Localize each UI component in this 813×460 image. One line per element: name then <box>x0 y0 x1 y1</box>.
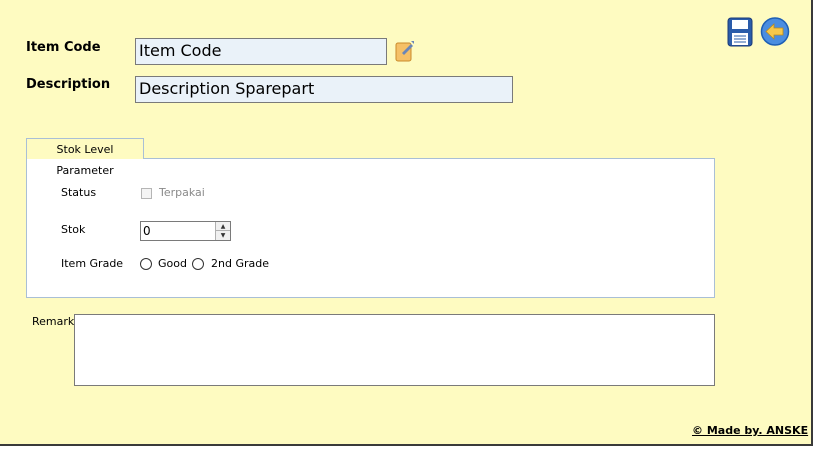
made-by-footer: © Made by. ANSKE <box>692 424 809 437</box>
back-arrow-icon[interactable] <box>760 16 790 47</box>
description-input[interactable]: Description Sparepart <box>135 76 513 103</box>
grade-2nd-radio[interactable] <box>192 258 204 270</box>
edit-pencil-icon[interactable] <box>395 39 415 62</box>
spin-up-icon[interactable]: ▲ <box>216 222 230 231</box>
status-checkbox-label: Terpakai <box>159 186 205 199</box>
tab-stok-level-parameter[interactable]: Stok Level Parameter <box>26 138 144 177</box>
spin-down-icon[interactable]: ▼ <box>216 231 230 240</box>
stok-stepper[interactable]: 0 ▲ ▼ <box>140 221 231 241</box>
stok-label: Stok <box>61 223 86 236</box>
grade-2nd-label: 2nd Grade <box>211 257 269 270</box>
grade-good-radio[interactable] <box>140 258 152 270</box>
form-window: Item Code Item Code Description Descript… <box>0 0 813 446</box>
status-checkbox[interactable] <box>141 188 152 199</box>
remark-label: Remark <box>32 315 75 328</box>
item-grade-label: Item Grade <box>61 257 124 270</box>
item-code-label: Item Code <box>26 40 101 55</box>
remark-textarea[interactable] <box>74 314 715 386</box>
item-code-input[interactable]: Item Code <box>135 38 387 65</box>
description-label: Description <box>26 77 111 92</box>
stok-spin-buttons[interactable]: ▲ ▼ <box>215 222 230 240</box>
stok-value: 0 <box>143 224 151 238</box>
save-icon[interactable] <box>727 17 753 47</box>
grade-good-label: Good <box>158 257 187 270</box>
stok-level-panel <box>26 158 715 298</box>
status-label: Status <box>61 186 97 199</box>
